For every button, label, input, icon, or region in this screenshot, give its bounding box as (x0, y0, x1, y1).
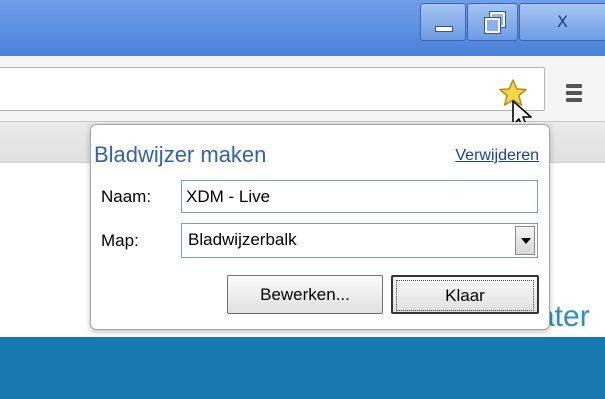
done-button-label: Klaar (396, 280, 534, 311)
bubble-title: Bladwijzer maken (94, 142, 267, 167)
close-button[interactable]: X (519, 3, 605, 41)
name-label: Naam: (101, 187, 152, 206)
remove-bookmark-link[interactable]: Verwijderen (455, 147, 539, 165)
page-banner (0, 337, 605, 399)
bookmark-bubble: Bladwijzer maken Verwijderen Naam: Map: … (90, 124, 550, 330)
hamburger-menu-icon[interactable] (566, 84, 582, 105)
folder-select[interactable]: Bladwijzerbalk (181, 223, 538, 258)
bookmark-name-input[interactable] (181, 180, 538, 213)
done-button[interactable]: Klaar (391, 275, 539, 314)
minimize-button[interactable] (420, 3, 466, 41)
window-titlebar: X (0, 0, 605, 56)
address-bar[interactable] (0, 67, 545, 111)
folder-select-value: Bladwijzerbalk (188, 230, 297, 249)
restore-button[interactable] (467, 3, 518, 41)
close-icon: X (557, 12, 568, 31)
folder-label: Map: (101, 231, 139, 250)
chevron-down-icon[interactable] (515, 226, 535, 255)
minimize-icon (435, 26, 453, 32)
edit-button[interactable]: Bewerken... (227, 275, 383, 314)
